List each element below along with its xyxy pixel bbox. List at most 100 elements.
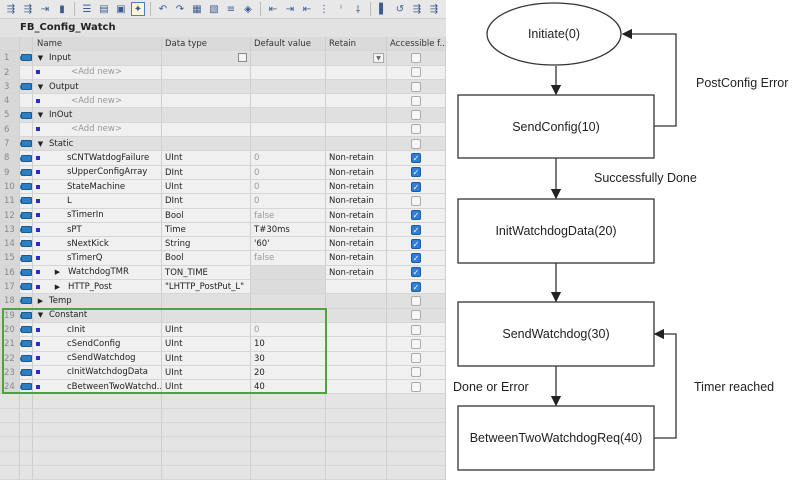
columns-icon[interactable]: ⋮ bbox=[317, 2, 331, 16]
default-value-cell[interactable] bbox=[251, 94, 326, 109]
name-cell[interactable]: L bbox=[33, 194, 162, 209]
name-cell[interactable]: cInit bbox=[33, 322, 162, 338]
table-row[interactable]: 7 ▼ Static bbox=[0, 137, 446, 152]
data-type-cell[interactable]: "LHTTP_PostPut_L" bbox=[162, 280, 251, 295]
name-cell[interactable]: ▶ HTTP_Post bbox=[33, 280, 162, 295]
table-row[interactable]: 12 sTimerIn Bool false Non-retain ✓ bbox=[0, 208, 446, 223]
default-value-cell[interactable] bbox=[251, 65, 326, 80]
accessible-checkbox[interactable] bbox=[411, 367, 421, 378]
data-type-cell[interactable]: String bbox=[162, 237, 251, 252]
table-row[interactable]: 6 <Add new> bbox=[0, 122, 446, 138]
retain-cell[interactable] bbox=[326, 337, 387, 352]
accessible-checkbox[interactable] bbox=[411, 95, 421, 106]
retain-cell[interactable]: Non-retain bbox=[326, 237, 387, 252]
accessible-checkbox[interactable] bbox=[411, 81, 421, 92]
table-row[interactable]: 15 sTimerQ Bool false Non-retain ✓ bbox=[0, 251, 446, 266]
retain-cell[interactable] bbox=[326, 365, 387, 381]
table-row[interactable]: 13 sPT Time T#30ms Non-retain ✓ bbox=[0, 222, 446, 238]
table-row[interactable]: 14 sNextKick String '60' Non-retain ✓ bbox=[0, 237, 446, 252]
header-retain[interactable]: Retain bbox=[326, 37, 387, 52]
accessible-checkbox[interactable] bbox=[411, 195, 421, 206]
monitor-icon[interactable]: ▮ bbox=[55, 2, 69, 16]
accessible-checkbox[interactable] bbox=[411, 310, 421, 321]
outdent-icon[interactable]: ⇤ bbox=[300, 2, 314, 16]
default-value-cell[interactable] bbox=[251, 280, 326, 295]
name-cell[interactable]: sUpperConfigArray bbox=[33, 165, 162, 180]
table-row[interactable]: 17 ▶ HTTP_Post "LHTTP_PostPut_L" ✓ bbox=[0, 280, 446, 295]
data-type-cell[interactable]: UInt bbox=[162, 380, 251, 395]
data-type-cell[interactable]: DInt bbox=[162, 194, 251, 209]
data-type-cell[interactable] bbox=[162, 137, 251, 152]
retain-cell[interactable] bbox=[326, 322, 387, 338]
default-value-cell[interactable] bbox=[251, 108, 326, 123]
data-type-cell[interactable]: UInt bbox=[162, 337, 251, 352]
data-type-cell[interactable] bbox=[162, 79, 251, 95]
list-icon[interactable]: ☰ bbox=[80, 2, 94, 16]
insert-row-icon[interactable]: ⇶ bbox=[4, 2, 18, 16]
table-row[interactable]: 3 ▼ Output bbox=[0, 79, 446, 95]
retain-cell[interactable] bbox=[326, 380, 387, 395]
data-type-cell[interactable] bbox=[162, 108, 251, 123]
data-type-cell[interactable] bbox=[162, 294, 251, 309]
expand-toggle-icon[interactable]: ▶ bbox=[53, 266, 62, 279]
retain-cell[interactable] bbox=[326, 65, 387, 80]
default-value-cell[interactable]: 0 bbox=[251, 179, 326, 195]
watch-icon[interactable]: ◈ bbox=[241, 2, 255, 16]
retain-cell[interactable] bbox=[326, 351, 387, 366]
data-type-cell[interactable]: TON_TIME bbox=[162, 265, 251, 281]
default-value-cell[interactable]: 30 bbox=[251, 351, 326, 366]
name-cell[interactable]: <Add new> bbox=[33, 65, 162, 80]
default-value-cell[interactable] bbox=[251, 294, 326, 309]
accessible-checkbox[interactable]: ✓ bbox=[411, 253, 421, 264]
table-row[interactable]: 8 sCNTWatdogFailure UInt 0 Non-retain ✓ bbox=[0, 151, 446, 166]
table-row[interactable]: 10 StateMachine UInt 0 Non-retain ✓ bbox=[0, 179, 446, 195]
default-value-cell[interactable]: 0 bbox=[251, 194, 326, 209]
default-value-cell[interactable] bbox=[251, 122, 326, 138]
default-value-cell[interactable]: 0 bbox=[251, 165, 326, 180]
name-cell[interactable]: StateMachine bbox=[33, 179, 162, 195]
name-cell[interactable]: sTimerQ bbox=[33, 251, 162, 266]
retain-cell[interactable]: Non-retain bbox=[326, 251, 387, 266]
retain-cell[interactable]: Non-retain bbox=[326, 222, 387, 238]
name-cell[interactable]: cInitWatchdogData bbox=[33, 365, 162, 381]
expand-toggle-icon[interactable]: ▶ bbox=[53, 280, 62, 293]
compile-icon[interactable]: ▦ bbox=[190, 2, 204, 16]
highlight-icon[interactable]: ✦ bbox=[131, 2, 145, 16]
accessible-checkbox[interactable] bbox=[411, 52, 421, 63]
retain-dropdown-icon[interactable]: ▼ bbox=[373, 53, 384, 64]
type-browse-icon[interactable] bbox=[238, 53, 247, 63]
data-type-cell[interactable] bbox=[162, 122, 251, 138]
retain-cell[interactable] bbox=[326, 308, 387, 323]
name-cell[interactable]: cSendConfig bbox=[33, 337, 162, 352]
accessible-checkbox[interactable]: ✓ bbox=[411, 210, 421, 221]
go-online-icon[interactable]: ↶ bbox=[156, 2, 170, 16]
table-row[interactable]: 21 cSendConfig UInt 10 bbox=[0, 337, 446, 352]
name-cell[interactable]: cSendWatchdog bbox=[33, 351, 162, 366]
accessible-checkbox[interactable] bbox=[411, 67, 421, 78]
jump-icon[interactable]: ⇶ bbox=[427, 2, 441, 16]
data-type-cell[interactable] bbox=[162, 51, 251, 66]
data-type-cell[interactable]: DInt bbox=[162, 165, 251, 180]
table-row[interactable]: 5 ▼ InOut bbox=[0, 108, 446, 123]
data-type-cell[interactable] bbox=[162, 308, 251, 323]
retain-cell[interactable] bbox=[326, 108, 387, 123]
accessible-checkbox[interactable] bbox=[411, 324, 421, 335]
accessible-checkbox[interactable]: ✓ bbox=[411, 267, 421, 278]
table-row[interactable]: 11 L DInt 0 Non-retain bbox=[0, 194, 446, 209]
table-row[interactable]: 23 cInitWatchdogData UInt 20 bbox=[0, 365, 446, 381]
retain-cell[interactable]: Non-retain bbox=[326, 208, 387, 223]
data-type-cell[interactable]: Bool bbox=[162, 208, 251, 223]
name-cell[interactable]: sNextKick bbox=[33, 237, 162, 252]
accessible-checkbox[interactable] bbox=[411, 124, 421, 135]
retain-cell[interactable] bbox=[326, 122, 387, 138]
collapse-toggle-icon[interactable]: ▼ bbox=[36, 309, 45, 322]
name-cell[interactable]: ▼ InOut bbox=[33, 108, 162, 123]
left-align-icon[interactable]: ⇤ bbox=[266, 2, 280, 16]
data-type-cell[interactable] bbox=[162, 65, 251, 80]
accessible-checkbox[interactable] bbox=[411, 353, 421, 364]
default-value-cell[interactable]: 40 bbox=[251, 380, 326, 395]
data-type-cell[interactable]: Bool bbox=[162, 251, 251, 266]
accessible-checkbox[interactable] bbox=[411, 138, 421, 149]
header-default-value[interactable]: Default value bbox=[251, 37, 326, 52]
indent-right-icon[interactable]: ⇥ bbox=[283, 2, 297, 16]
